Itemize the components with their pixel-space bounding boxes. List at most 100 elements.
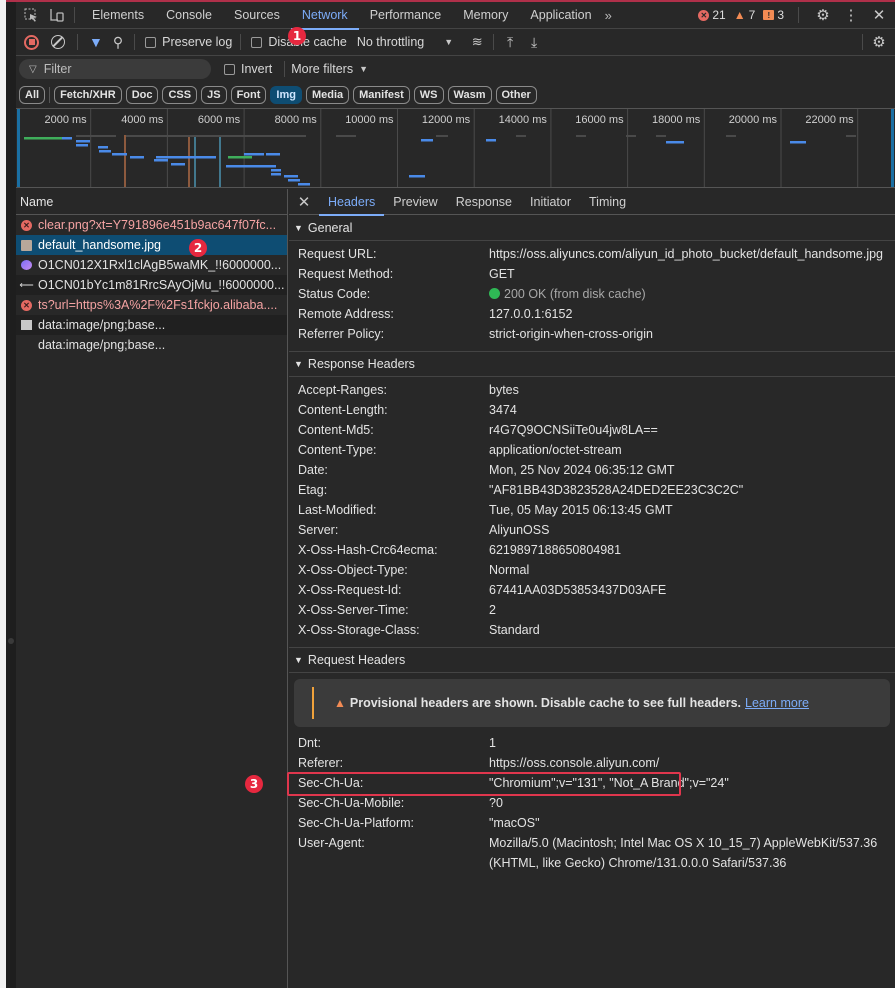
tab-network[interactable]: Network: [290, 2, 359, 30]
close-detail-icon[interactable]: ✕: [289, 193, 319, 211]
tab-initiator[interactable]: Initiator: [521, 189, 580, 215]
header-value[interactable]: 67441AA03D53853437D03AFE: [489, 580, 889, 600]
more-filters-dropdown[interactable]: More filters: [291, 62, 353, 76]
header-value[interactable]: 127.0.0.1:6152: [489, 304, 889, 324]
resize-handle[interactable]: [8, 638, 14, 644]
warning-badge[interactable]: ▲ 7: [734, 8, 756, 22]
header-value[interactable]: strict-origin-when-cross-origin: [489, 324, 889, 344]
referer-highlight-box: [287, 772, 681, 796]
chip-all[interactable]: All: [19, 86, 46, 104]
tab-response[interactable]: Response: [447, 189, 521, 215]
column-header-name[interactable]: Name: [16, 189, 287, 215]
chip-other[interactable]: Other: [495, 86, 537, 104]
request-row[interactable]: ✕ clear.png?xt=Y791896e451b9ac647f07fc...: [16, 215, 287, 235]
request-row[interactable]: data:image/png;base...: [16, 335, 287, 355]
chip-js[interactable]: JS: [201, 86, 227, 104]
header-row: User-Agent: Mozilla/5.0 (Macintosh; Intel…: [289, 833, 895, 873]
header-value[interactable]: GET: [489, 264, 889, 284]
chip-font[interactable]: Font: [230, 86, 267, 104]
filter-toggle-icon[interactable]: ▼: [89, 34, 103, 50]
import-har-upload-icon[interactable]: ⤒: [500, 34, 520, 51]
tab-timing[interactable]: Timing: [580, 189, 635, 215]
device-toolbar-icon[interactable]: [46, 5, 68, 25]
network-toolbar: ▼ ⚲ Preserve log Disable cache No thrott…: [16, 29, 895, 56]
request-bar: [288, 179, 300, 182]
request-row[interactable]: ⟵ O1CN01bYc1m81RrcSAyOjMu_!!6000000...: [16, 275, 287, 295]
tab-console[interactable]: Console: [155, 2, 223, 29]
inspect-element-icon[interactable]: [20, 5, 42, 25]
chevron-down-icon[interactable]: ▼: [444, 37, 453, 47]
tab-elements[interactable]: Elements: [81, 2, 155, 29]
network-settings-gear-icon[interactable]: ⚙: [869, 33, 889, 51]
chevron-down-icon[interactable]: ▼: [359, 64, 368, 74]
header-value[interactable]: "AF81BB43D3823528A24DED2EE23C3C2C": [489, 480, 889, 500]
invert-checkbox[interactable]: [224, 63, 235, 75]
tab-preview[interactable]: Preview: [384, 189, 446, 215]
request-bar: [790, 141, 806, 144]
clear-log-button[interactable]: [51, 35, 65, 49]
chip-media[interactable]: Media: [305, 86, 350, 104]
header-row: X-Oss-Server-Time: 2: [289, 600, 895, 620]
network-conditions-wifi-icon[interactable]: ≋: [467, 34, 487, 50]
header-value[interactable]: Standard: [489, 620, 889, 640]
settings-gear-icon[interactable]: ⚙: [813, 6, 833, 24]
error-badge[interactable]: ✕ 21: [698, 8, 726, 22]
header-value[interactable]: AliyunOSS: [489, 520, 889, 540]
chip-img[interactable]: Img: [270, 86, 302, 104]
tab-performance[interactable]: Performance: [359, 2, 453, 29]
tab-sources[interactable]: Sources: [223, 2, 291, 29]
filter-input[interactable]: ▽ Filter: [19, 59, 211, 79]
chip-ws[interactable]: WS: [413, 86, 444, 104]
tab-memory[interactable]: Memory: [452, 2, 519, 29]
record-stop-button[interactable]: [24, 34, 39, 50]
tick-label: 8000 ms: [275, 114, 318, 126]
header-value[interactable]: Mon, 25 Nov 2024 06:35:12 GMT: [489, 460, 889, 480]
request-row[interactable]: ✕ ts?url=https%3A%2F%2Fs1fckjo.alibaba...…: [16, 295, 287, 315]
header-value[interactable]: https://oss.console.aliyun.com/: [489, 753, 889, 773]
network-overview-timeline[interactable]: 2000 ms 4000 ms 6000 ms 8000 ms 10000 ms 1200…: [16, 108, 895, 188]
header-value[interactable]: 1: [489, 733, 889, 753]
header-value[interactable]: r4G7Q9OCNSiiTe0u4jw8LA==: [489, 420, 889, 440]
chip-wasm[interactable]: Wasm: [447, 86, 492, 104]
export-har-download-icon[interactable]: ⤓: [524, 34, 544, 51]
tab-application[interactable]: Application: [519, 2, 602, 29]
header-value[interactable]: Mozilla/5.0 (Macintosh; Intel Mac OS X 1…: [489, 833, 889, 873]
chip-doc[interactable]: Doc: [125, 86, 159, 104]
request-row[interactable]: data:image/png;base...: [16, 315, 287, 335]
header-value[interactable]: 2: [489, 600, 889, 620]
disable-cache-label: Disable cache: [268, 35, 347, 49]
more-options-icon[interactable]: ⋮: [841, 6, 861, 24]
request-bar-queued: [626, 135, 636, 137]
section-request-headers-toggle[interactable]: ▼ Request Headers: [289, 647, 895, 673]
header-value[interactable]: Tue, 05 May 2015 06:13:45 GMT: [489, 500, 889, 520]
header-row: Etag: "AF81BB43D3823528A24DED2EE23C3C2C": [289, 480, 895, 500]
close-devtools-icon[interactable]: ✕: [869, 6, 889, 24]
header-value[interactable]: https://oss.aliyuncs.com/aliyun_id_photo…: [489, 244, 889, 264]
learn-more-link[interactable]: Learn more: [745, 696, 809, 710]
more-tabs-icon[interactable]: »: [605, 8, 612, 23]
request-row[interactable]: O1CN012X1Rxl1clAgB5waMK_!!6000000...: [16, 255, 287, 275]
chip-manifest[interactable]: Manifest: [353, 86, 410, 104]
header-value[interactable]: Normal: [489, 560, 889, 580]
request-row[interactable]: default_handsome.jpg: [16, 235, 287, 255]
header-value[interactable]: 3474: [489, 400, 889, 420]
chip-fetch-xhr[interactable]: Fetch/XHR: [54, 86, 122, 104]
throttling-select[interactable]: No throttling: [357, 35, 424, 49]
info-badge[interactable]: ! 3: [763, 8, 784, 22]
issues-counter[interactable]: ✕ 21 ▲ 7 ! 3 ⚙ ⋮ ✕: [698, 6, 889, 24]
tab-headers[interactable]: Headers: [319, 189, 385, 216]
section-general-toggle[interactable]: ▼ General: [289, 215, 895, 241]
header-value[interactable]: "macOS": [489, 813, 889, 833]
disable-cache-checkbox[interactable]: [251, 36, 263, 48]
section-response-headers-toggle[interactable]: ▼ Response Headers: [289, 351, 895, 377]
status-code[interactable]: 200 OK (from disk cache): [489, 284, 889, 304]
header-value[interactable]: 6219897188650804981: [489, 540, 889, 560]
preserve-log-checkbox[interactable]: [145, 36, 157, 48]
search-icon[interactable]: ⚲: [113, 34, 123, 51]
request-bar: [76, 144, 88, 147]
header-value[interactable]: application/octet-stream: [489, 440, 889, 460]
chip-css[interactable]: CSS: [162, 86, 198, 104]
header-value[interactable]: bytes: [489, 380, 889, 400]
header-value[interactable]: ?0: [489, 793, 889, 813]
header-name: Server:: [298, 523, 339, 537]
